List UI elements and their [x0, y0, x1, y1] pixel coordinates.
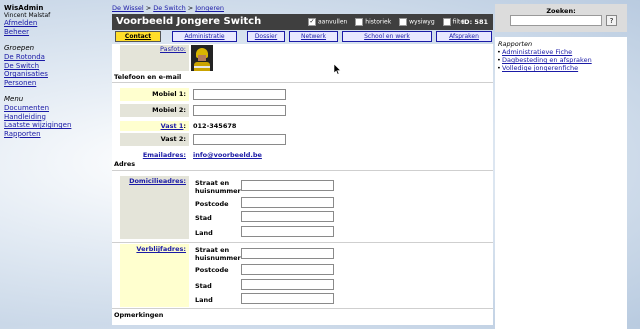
section-opmerkingen: Opmerkingen — [114, 311, 164, 319]
reports-panel: Rapporten Administratieve Fiche Dagbeste… — [495, 37, 627, 329]
section-adres: Adres — [114, 160, 136, 168]
page-title: Voorbeeld Jongere Switch — [116, 16, 262, 27]
option-label-historiek: historiek — [365, 18, 392, 26]
tab-school-en-werk[interactable]: School en werk — [342, 31, 432, 42]
left-navigation: WisAdmin Vincent Malstaf Afmelden Beheer… — [4, 4, 108, 138]
divider — [112, 82, 493, 83]
report-item: Administratieve Fiche — [497, 48, 624, 56]
tab-contact[interactable]: Contact — [115, 31, 161, 42]
domicilie-label-cell: Domicilieadres: — [120, 176, 189, 239]
view-options: ✓ aanvullen historiek wysiwyg filter — [308, 18, 467, 26]
report-item: Volledige jongerenfiche — [497, 64, 624, 72]
tab-dossier[interactable]: Dossier — [247, 31, 285, 42]
mobiel1-label: Mobiel 1: — [120, 88, 189, 101]
nav-group-de-rotonda[interactable]: De Rotonda — [4, 53, 108, 62]
nav-group-organisaties[interactable]: Organisaties — [4, 70, 108, 79]
domicilie-straat-label: Straat en huisnummer — [195, 179, 241, 195]
pasfoto-label-cell: Pasfoto: — [120, 45, 189, 71]
groups-header: Groepen — [4, 44, 35, 52]
verblijf-land-input[interactable] — [241, 293, 334, 304]
mobiel2-label: Mobiel 2: — [120, 104, 189, 117]
nav-link-beheer[interactable]: Beheer — [4, 28, 108, 37]
photo-face — [198, 55, 206, 61]
nav-group-de-switch[interactable]: De Switch — [4, 62, 108, 71]
checkbox-filter[interactable] — [442, 18, 451, 26]
menu-link-laatste-wijzigingen[interactable]: Laatste wijzigingen — [4, 121, 108, 130]
vast1-value: 012-345678 — [193, 122, 237, 130]
record-title-bar: Voorbeeld Jongere Switch ✓ aanvullen hist… — [112, 14, 493, 30]
report-link-administratieve-fiche[interactable]: Administratieve Fiche — [502, 48, 572, 56]
domicilie-straat-input[interactable] — [241, 180, 334, 191]
vast2-label: Vast 2: — [120, 133, 189, 146]
mobiel2-input[interactable] — [193, 105, 286, 116]
mobiel1-input[interactable] — [193, 89, 286, 100]
pasfoto-link[interactable]: Pasfoto: — [160, 45, 186, 53]
tab-netwerk[interactable]: Netwerk — [289, 31, 338, 42]
breadcrumb-de-wissel[interactable]: De Wissel — [112, 4, 144, 12]
current-user: Vincent Malstaf — [4, 12, 51, 19]
breadcrumb: De Wissel > De Switch > Jongeren — [112, 4, 224, 12]
verblijf-straat-label: Straat en huisnummer — [195, 246, 241, 262]
checkbox-historiek[interactable] — [355, 18, 364, 26]
verblijf-stad-label: Stad — [195, 282, 212, 290]
breadcrumb-jongeren[interactable]: Jongeren — [195, 4, 224, 12]
verblijf-stad-input[interactable] — [241, 279, 334, 290]
tab-administratie[interactable]: Administratie — [172, 31, 237, 42]
email-label-cell: Emailadres: — [120, 150, 189, 160]
menu-link-rapporten[interactable]: Rapporten — [4, 130, 108, 139]
verblijf-postcode-input[interactable] — [241, 264, 334, 275]
main-content: De Wissel > De Switch > Jongeren Voorbeeld J… — [112, 0, 493, 325]
nav-link-afmelden[interactable]: Afmelden — [4, 19, 108, 28]
menu-link-handleiding[interactable]: Handleiding — [4, 113, 108, 122]
option-label-wysiwyg: wysiwyg — [409, 18, 435, 26]
option-label-aanvullen: aanvullen — [318, 18, 348, 26]
checkbox-aanvullen[interactable]: ✓ — [308, 18, 316, 26]
tab-afspraken[interactable]: Afspraken — [436, 31, 492, 42]
divider — [112, 170, 493, 171]
reports-header: Rapporten — [498, 40, 533, 48]
nav-group-personen[interactable]: Personen — [4, 79, 108, 88]
pasfoto-image[interactable] — [191, 45, 213, 71]
domicilie-stad-input[interactable] — [241, 211, 334, 222]
domicilie-stad-label: Stad — [195, 214, 212, 222]
domicilie-land-label: Land — [195, 229, 213, 237]
tab-bar: Contact Administratie Dossier Netwerk Sc… — [112, 31, 493, 43]
search-button[interactable]: ? — [606, 15, 617, 26]
record-id: ID: 581 — [461, 18, 488, 26]
menu-header: Menu — [4, 95, 24, 103]
section-telefoon-email: Telefoon en e-mail — [114, 73, 182, 81]
domicilie-land-input[interactable] — [241, 226, 334, 237]
domicilie-postcode-label: Postcode — [195, 200, 229, 208]
domicilieadres-link[interactable]: Domicilieadres: — [129, 177, 186, 185]
report-link-dagbesteding[interactable]: Dagbesteding en afspraken — [502, 56, 592, 64]
photo-stripe — [194, 66, 210, 68]
verblijf-straat-input[interactable] — [241, 248, 334, 259]
vast1-label-cell: Vast 1: — [120, 121, 189, 131]
contact-form: Pasfoto: Telefoon en e-mail Mobiel 1: Mo… — [112, 44, 493, 325]
breadcrumb-separator: > — [145, 4, 152, 12]
divider — [112, 308, 493, 309]
search-box: Zoeken: ? — [495, 4, 627, 32]
search-input[interactable] — [510, 15, 602, 26]
breadcrumb-separator: > — [187, 4, 194, 12]
verblijf-land-label: Land — [195, 296, 213, 304]
email-label-link[interactable]: Emailadres: — [143, 151, 186, 159]
verblijf-postcode-label: Postcode — [195, 266, 229, 274]
checkbox-wysiwyg[interactable] — [399, 18, 408, 26]
report-item: Dagbesteding en afspraken — [497, 56, 624, 64]
menu-link-documenten[interactable]: Documenten — [4, 104, 108, 113]
search-label: Zoeken: — [546, 7, 576, 15]
report-link-volledige-fiche[interactable]: Volledige jongerenfiche — [502, 64, 578, 72]
email-value-link[interactable]: info@voorbeeld.be — [193, 151, 262, 159]
vast2-input[interactable] — [193, 134, 286, 145]
divider — [112, 242, 493, 243]
vast1-link[interactable]: Vast 1 — [161, 122, 184, 130]
domicilie-postcode-input[interactable] — [241, 197, 334, 208]
verblijf-label-cell: Verblijfadres: — [120, 244, 189, 307]
breadcrumb-de-switch[interactable]: De Switch — [153, 4, 186, 12]
verblijfadres-link[interactable]: Verblijfadres: — [136, 245, 186, 253]
app-title: WisAdmin — [4, 4, 44, 12]
right-panel: Zoeken: ? Rapporten Administratieve Fich… — [495, 4, 627, 329]
